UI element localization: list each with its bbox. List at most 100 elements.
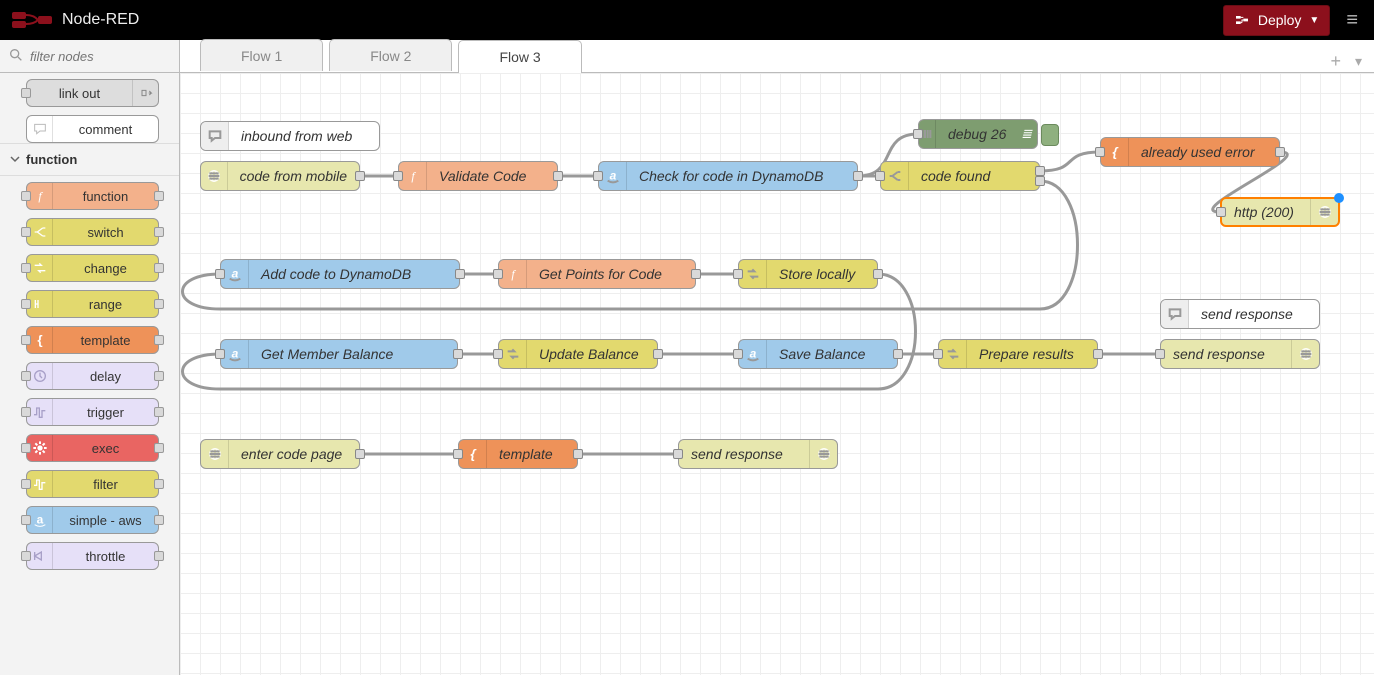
palette-node-exec[interactable]: exec bbox=[26, 434, 159, 462]
hamburger-menu-icon[interactable]: ≡ bbox=[1338, 5, 1366, 36]
port-out[interactable] bbox=[653, 349, 663, 359]
flow-node-label: Get Points for Code bbox=[527, 266, 695, 282]
port-in[interactable] bbox=[673, 449, 683, 459]
flow-node-prepare[interactable]: Prepare results bbox=[938, 339, 1098, 369]
flow-node-debug26[interactable]: debug 26≣ bbox=[918, 119, 1038, 149]
nodered-logo-icon bbox=[12, 11, 52, 29]
category-function[interactable]: function bbox=[0, 143, 179, 176]
flow-node-inbound[interactable]: inbound from web bbox=[200, 121, 380, 151]
flow-node-checkdb[interactable]: aCheck for code in DynamoDB bbox=[598, 161, 858, 191]
app-header: Node-RED Deploy ▼ ≡ bbox=[0, 0, 1374, 40]
palette-node-template[interactable]: {template bbox=[26, 326, 159, 354]
port-out[interactable] bbox=[553, 171, 563, 181]
aws-icon: a bbox=[599, 162, 627, 190]
change-icon bbox=[739, 260, 767, 288]
deploy-button[interactable]: Deploy ▼ bbox=[1223, 5, 1331, 36]
port-out[interactable] bbox=[893, 349, 903, 359]
palette-node-comment[interactable]: comment bbox=[26, 115, 159, 143]
port-out[interactable] bbox=[573, 449, 583, 459]
port-out[interactable] bbox=[691, 269, 701, 279]
aws-icon: a bbox=[739, 340, 767, 368]
port-out bbox=[154, 299, 164, 309]
palette-node-trigger[interactable]: trigger bbox=[26, 398, 159, 426]
palette-node-change[interactable]: change bbox=[26, 254, 159, 282]
port-out[interactable] bbox=[455, 269, 465, 279]
tab-flow2[interactable]: Flow 2 bbox=[329, 39, 452, 71]
flow-node-addcode[interactable]: aAdd code to DynamoDB bbox=[220, 259, 460, 289]
flow-node-sendcom[interactable]: send response bbox=[1160, 299, 1320, 329]
debug-toggle[interactable] bbox=[1041, 124, 1059, 146]
header-left: Node-RED bbox=[12, 11, 139, 29]
port-out bbox=[154, 551, 164, 561]
palette-node-simple-aws[interactable]: asimple - aws bbox=[26, 506, 159, 534]
port-in[interactable] bbox=[593, 171, 603, 181]
port-out[interactable] bbox=[355, 171, 365, 181]
flow-node-label: Validate Code bbox=[427, 168, 557, 184]
flow-node-enterpg[interactable]: enter code page bbox=[200, 439, 360, 469]
flow-node-tpl[interactable]: {template bbox=[458, 439, 578, 469]
port-in[interactable] bbox=[493, 269, 503, 279]
port-in[interactable] bbox=[913, 129, 923, 139]
palette-node-function[interactable]: ffunction bbox=[26, 182, 159, 210]
flow-node-label: code from mobile bbox=[228, 168, 359, 184]
switch-icon bbox=[881, 162, 909, 190]
palette-node-throttle[interactable]: throttle bbox=[26, 542, 159, 570]
flow-node-savebal[interactable]: aSave Balance bbox=[738, 339, 898, 369]
port-out[interactable] bbox=[873, 269, 883, 279]
flow-node-already[interactable]: {already used error bbox=[1100, 137, 1280, 167]
flow-canvas[interactable]: inbound from web code from mobile fValidat… bbox=[180, 73, 1374, 675]
flow-node-sendresp2[interactable]: send response bbox=[678, 439, 838, 469]
port-in[interactable] bbox=[215, 269, 225, 279]
flow-node-codemob[interactable]: code from mobile bbox=[200, 161, 360, 191]
port-out bbox=[154, 335, 164, 345]
port-in[interactable] bbox=[875, 171, 885, 181]
palette-node-delay[interactable]: delay bbox=[26, 362, 159, 390]
comment-icon bbox=[27, 116, 53, 142]
port-in bbox=[21, 191, 31, 201]
deploy-label: Deploy bbox=[1258, 12, 1302, 28]
flow-node-getbal[interactable]: aGet Member Balance bbox=[220, 339, 458, 369]
port-in bbox=[21, 443, 31, 453]
port-in[interactable] bbox=[733, 349, 743, 359]
port-out[interactable] bbox=[453, 349, 463, 359]
svg-text:a: a bbox=[609, 168, 616, 182]
flow-node-codefnd[interactable]: code found bbox=[880, 161, 1040, 191]
palette-node-switch[interactable]: switch bbox=[26, 218, 159, 246]
port-out[interactable] bbox=[355, 449, 365, 459]
palette-node-link-out[interactable]: link out bbox=[26, 79, 159, 107]
flow-node-getpts[interactable]: fGet Points for Code bbox=[498, 259, 696, 289]
port-out[interactable] bbox=[1275, 147, 1285, 157]
tab-label: Flow 3 bbox=[499, 49, 540, 65]
port-in[interactable] bbox=[1155, 349, 1165, 359]
palette-node-filter[interactable]: filter bbox=[26, 470, 159, 498]
globe-icon bbox=[1291, 340, 1319, 368]
port-out[interactable] bbox=[1035, 176, 1045, 186]
port-in[interactable] bbox=[493, 349, 503, 359]
tab-flow3[interactable]: Flow 3 bbox=[458, 40, 581, 73]
flow-node-sendresp[interactable]: send response bbox=[1160, 339, 1320, 369]
port-in[interactable] bbox=[1095, 147, 1105, 157]
change-icon bbox=[499, 340, 527, 368]
port-in[interactable] bbox=[215, 349, 225, 359]
port-in[interactable] bbox=[733, 269, 743, 279]
flow-node-label: send response bbox=[1189, 306, 1319, 322]
port-in bbox=[21, 335, 31, 345]
flow-node-storeloc[interactable]: Store locally bbox=[738, 259, 878, 289]
port-in[interactable] bbox=[1216, 207, 1226, 217]
flow-node-http200[interactable]: http (200) bbox=[1220, 197, 1340, 227]
port-out bbox=[154, 515, 164, 525]
flow-node-label: send response bbox=[1161, 346, 1291, 362]
tab-flow1[interactable]: Flow 1 bbox=[200, 39, 323, 71]
port-in[interactable] bbox=[933, 349, 943, 359]
filter-input[interactable] bbox=[30, 49, 180, 64]
tab-menu-button[interactable]: ▾ bbox=[1355, 53, 1362, 70]
palette-node-range[interactable]: range bbox=[26, 290, 159, 318]
add-tab-button[interactable]: + bbox=[1330, 51, 1341, 72]
port-in[interactable] bbox=[453, 449, 463, 459]
port-in[interactable] bbox=[393, 171, 403, 181]
flow-node-validate[interactable]: fValidate Code bbox=[398, 161, 558, 191]
port-out[interactable] bbox=[1093, 349, 1103, 359]
port-out[interactable] bbox=[853, 171, 863, 181]
port-in bbox=[21, 515, 31, 525]
flow-node-updbal[interactable]: Update Balance bbox=[498, 339, 658, 369]
